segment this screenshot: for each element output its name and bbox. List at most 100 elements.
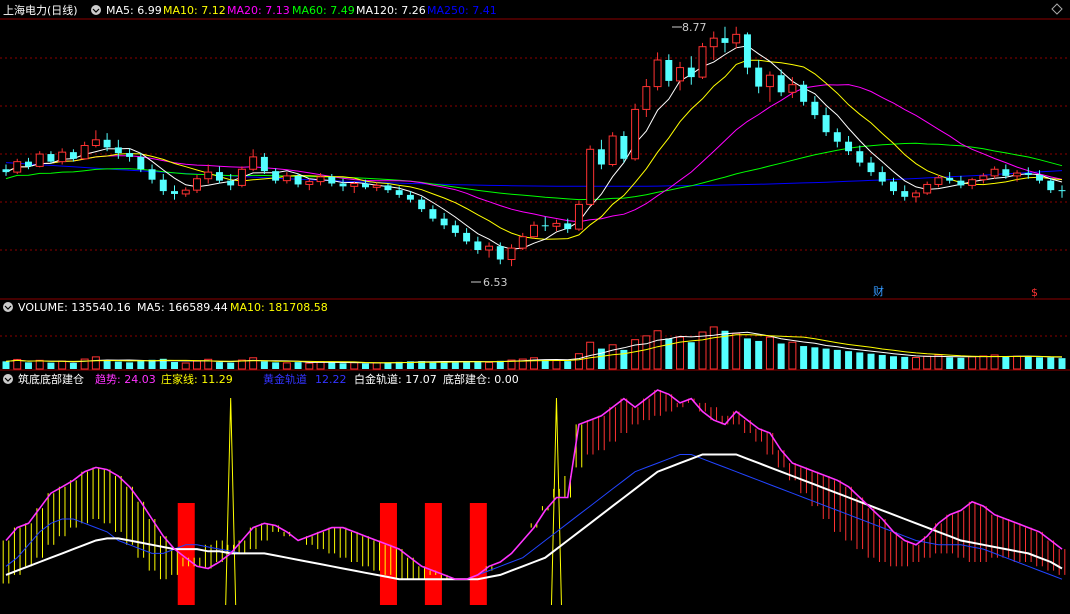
candle-body-down [777, 75, 785, 93]
candle [800, 80, 808, 106]
candle [833, 128, 841, 148]
volume-bar-down [541, 360, 549, 369]
candle-body-up [934, 177, 943, 185]
candle [597, 139, 605, 170]
candle [148, 164, 156, 184]
volume-bar-up [631, 339, 640, 370]
volume-bar-up [574, 353, 583, 370]
candle-body-up [968, 179, 977, 186]
candle-body-down [878, 172, 886, 182]
candle-body-up [530, 224, 538, 238]
volume-bar-up [181, 362, 190, 370]
stock-chart-canvas[interactable]: 上海电力(日线) MA5: 6.99 MA10: 7.12 MA20: 7.13… [0, 0, 1070, 614]
collapse-diamond-icon[interactable] [1051, 3, 1063, 15]
jiancang-label: 底部建仓: 0.00 [443, 372, 519, 386]
huangjin-label: 黄金轨道 [263, 372, 307, 386]
candle [474, 236, 482, 254]
jiancang-bar [424, 503, 442, 605]
volume-bar-down [103, 360, 111, 369]
candle [294, 174, 302, 188]
candle [463, 228, 471, 245]
candle [923, 181, 932, 195]
indicator-settings-circle-icon[interactable] [3, 374, 13, 384]
volume-bar-down [867, 353, 875, 369]
candle-body-down [822, 115, 830, 133]
volume-bar-down [171, 361, 178, 369]
candle [260, 153, 268, 174]
candle-body-down [114, 147, 122, 154]
volume-bar-up [979, 355, 988, 370]
candle-body-up [485, 245, 494, 251]
ma10-line [5, 59, 1063, 240]
candle-body-down [1047, 180, 1055, 191]
candle-body-up [732, 33, 741, 44]
candle-body-down [687, 67, 695, 78]
financial-report-marker[interactable]: 财 [873, 284, 884, 298]
candle-body-down [496, 246, 504, 260]
ma60-label: MA60: 7.49 [292, 4, 355, 17]
volume-bar-down [114, 361, 122, 369]
volume-bar-up [350, 362, 359, 370]
candle-body-up [552, 222, 561, 227]
volume-bar-down [451, 361, 459, 369]
ma5-label: MA5: 6.99 [106, 4, 162, 17]
dividend-marker[interactable]: $ [1031, 286, 1038, 299]
candle [586, 145, 595, 207]
candle [91, 130, 100, 148]
candle [709, 31, 718, 60]
svg-text:6.53: 6.53 [483, 276, 508, 289]
candle-body-up [911, 192, 920, 198]
volume-panel [2, 326, 1066, 370]
candle [743, 32, 751, 75]
candle [676, 61, 685, 91]
candle-body-down [901, 191, 909, 197]
trend-line [5, 389, 1063, 580]
candle-body-up [350, 183, 359, 187]
candle-body-up [91, 139, 100, 147]
candle [249, 149, 258, 172]
volume-bar-down [215, 362, 223, 369]
candle [451, 220, 459, 237]
candle-body-down [721, 38, 729, 43]
candle-body-down [957, 180, 965, 186]
indicator-panel [2, 389, 1066, 606]
candle [1024, 167, 1032, 179]
indicator-title: 筑底底部建仓 [18, 372, 84, 386]
volume-bar-up [35, 359, 44, 370]
volume-bar-down [890, 356, 897, 369]
settings-circle-icon[interactable] [91, 5, 101, 15]
volume-bar-down [957, 357, 965, 369]
volume-settings-circle-icon[interactable] [3, 302, 13, 312]
candle-body-down [597, 149, 605, 165]
volume-bar-down [878, 354, 886, 369]
candle-body-down [159, 179, 167, 192]
candle-body-up [13, 161, 22, 173]
candle [171, 185, 178, 200]
candle [305, 178, 314, 191]
candle-body-down [541, 225, 549, 227]
volume-bar-down [845, 351, 853, 369]
candle [159, 174, 167, 195]
candle-body-down [743, 34, 751, 68]
candle [1058, 185, 1066, 198]
candle-body-up [1013, 172, 1022, 177]
candle [574, 200, 583, 231]
candle-body-up [586, 148, 595, 205]
candle [137, 153, 145, 173]
candle [440, 212, 448, 230]
candle-body-down [474, 241, 482, 250]
volume-bar-up [653, 330, 662, 370]
candle [755, 60, 763, 94]
stock-name[interactable]: 上海电力(日线) [3, 3, 78, 17]
volume-ma5: MA5: 166589.44 [137, 301, 228, 314]
candle [192, 174, 201, 193]
volume-bar-up [788, 341, 797, 370]
candle [901, 185, 909, 201]
volume-bar-up [249, 357, 258, 370]
candle-body-up [249, 156, 258, 170]
volume-bar-up [765, 336, 774, 370]
candle-body-down [440, 218, 448, 226]
candle [507, 244, 516, 267]
candle [990, 166, 999, 179]
candle-body-up [35, 153, 44, 167]
